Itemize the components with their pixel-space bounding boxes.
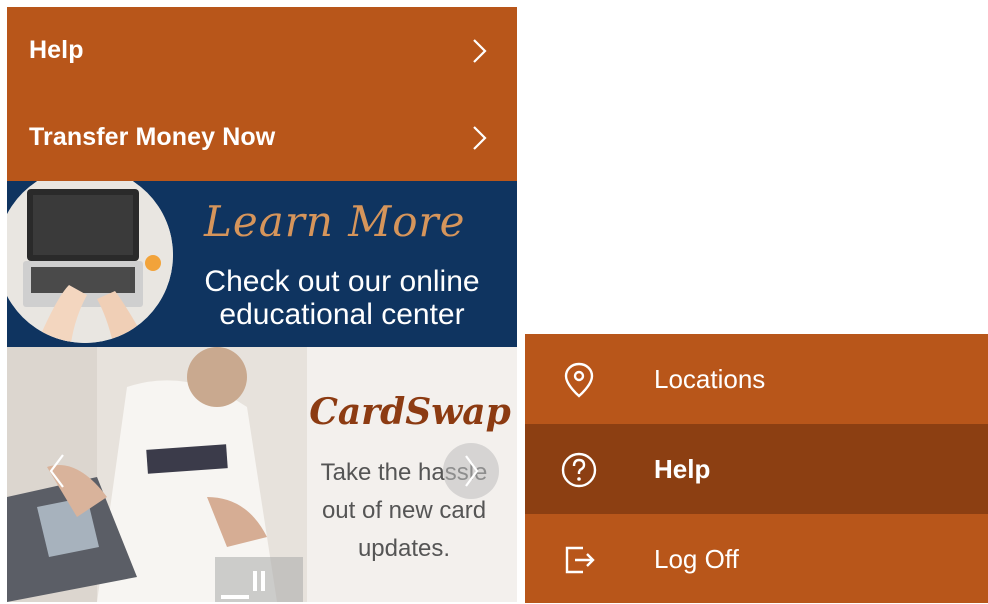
- slide-indicator[interactable]: [221, 595, 249, 599]
- question-circle-icon: [559, 450, 599, 490]
- menu-item-locations[interactable]: Locations: [525, 334, 988, 424]
- menu-item-label: Log Off: [654, 544, 739, 574]
- chevron-right-icon: [471, 38, 487, 64]
- pause-button[interactable]: [247, 569, 271, 595]
- learn-more-line-2: educational center: [219, 298, 465, 331]
- menu-item-help[interactable]: Help: [7, 7, 517, 94]
- learn-more-line-1: Check out our online: [204, 265, 480, 298]
- pause-icon: [253, 571, 257, 591]
- menu-item-help[interactable]: Help: [525, 424, 988, 514]
- carousel-controls: [215, 557, 303, 602]
- cardswap-title: CardSwap: [309, 391, 511, 433]
- left-nav-menu: Help Transfer Money Now: [7, 7, 517, 181]
- menu-item-label: Help: [29, 36, 84, 64]
- menu-item-label: Locations: [654, 364, 766, 394]
- chevron-left-icon: [49, 454, 64, 488]
- chevron-right-icon: [465, 455, 479, 487]
- menu-item-log-off[interactable]: Log Off: [525, 514, 988, 604]
- cardswap-banner[interactable]: CardSwap Take the hassle out of new card…: [7, 347, 517, 602]
- carousel-next-button[interactable]: [443, 443, 499, 499]
- menu-item-label: Help: [654, 454, 711, 484]
- chevron-right-icon: [471, 125, 487, 151]
- map-pin-icon: [559, 360, 599, 400]
- pause-icon: [261, 571, 265, 591]
- laptop-typing-image: [7, 181, 173, 343]
- menu-item-transfer-money-now[interactable]: Transfer Money Now: [7, 94, 517, 181]
- cardswap-line-3: updates.: [357, 535, 451, 562]
- log-off-icon: [559, 540, 599, 580]
- learn-more-banner[interactable]: Learn More Check out our online educatio…: [7, 181, 517, 347]
- right-nav-menu: Locations Help Log Off: [525, 334, 988, 603]
- menu-item-label: Transfer Money Now: [29, 123, 276, 151]
- carousel-prev-button[interactable]: [37, 441, 77, 501]
- cardswap-line-2: out of new card: [321, 497, 487, 524]
- learn-more-title: Learn More: [204, 197, 466, 246]
